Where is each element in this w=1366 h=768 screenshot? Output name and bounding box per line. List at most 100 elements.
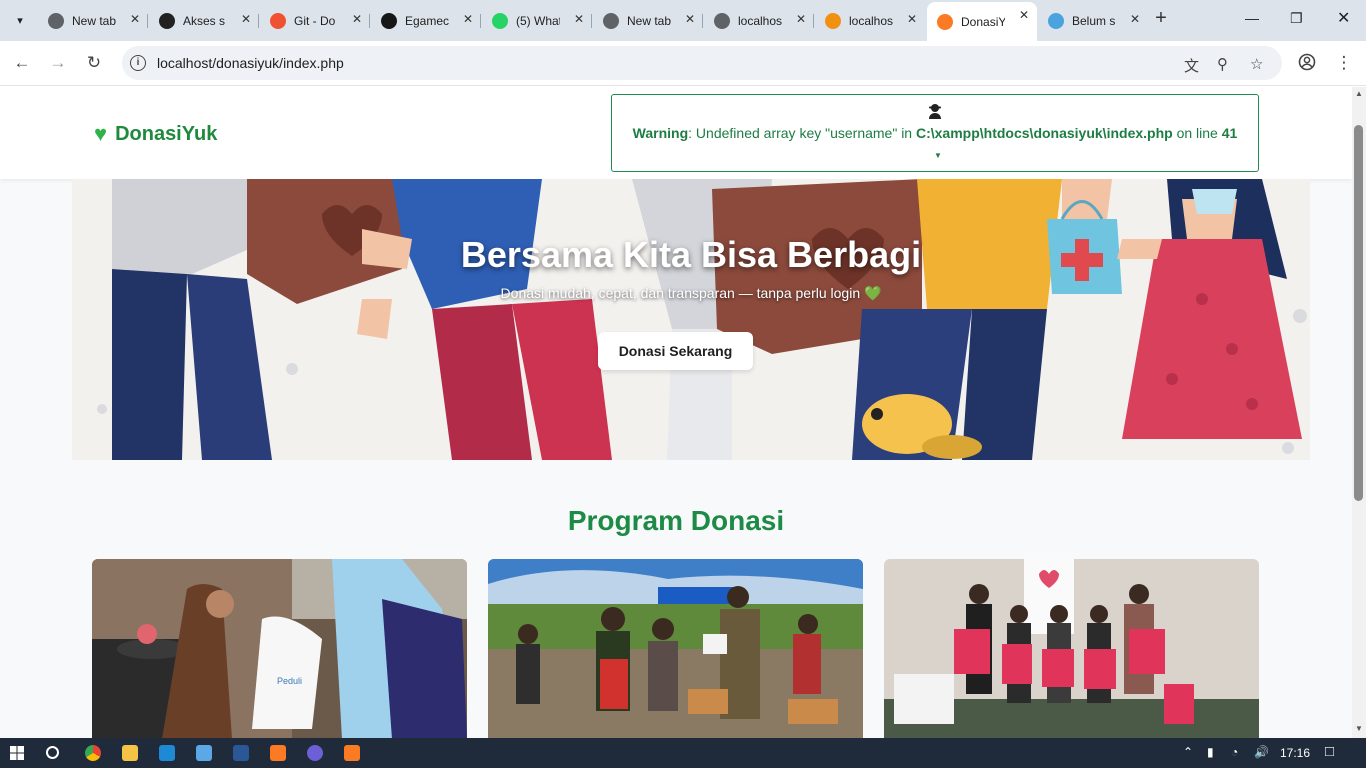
tab-title: (5) What	[516, 14, 560, 28]
tab-close-icon[interactable]: ✕	[685, 12, 695, 26]
vscode-icon[interactable]	[159, 745, 175, 761]
zoom-icon[interactable]: ⚲	[1217, 55, 1228, 73]
tab-separator	[258, 14, 259, 28]
tab-close-icon[interactable]: ✕	[574, 12, 584, 26]
caret-down-icon[interactable]: ▼	[934, 151, 942, 160]
tab-close-icon[interactable]: ✕	[130, 12, 140, 26]
police-distributing-aid-in-village-photo	[488, 559, 863, 738]
bookmark-star-icon[interactable]: ☆	[1250, 55, 1263, 73]
page-scrollbar[interactable]: ▲ ▼	[1352, 87, 1366, 738]
translate-icon[interactable]: 文	[1184, 55, 1199, 76]
green-heart-icon: ♥	[94, 121, 108, 146]
warning-on-line: on line	[1172, 125, 1222, 141]
windows-taskbar: ⌃ ▮ ◔ 🔊 17:16 □	[0, 738, 1366, 768]
whatsapp-icon	[492, 13, 508, 29]
app-icon[interactable]	[307, 745, 323, 761]
warning-label: Warning	[632, 125, 689, 141]
tray-chevron-icon[interactable]: ⌃	[1183, 745, 1193, 759]
scroll-down-arrow-icon[interactable]: ▼	[1355, 724, 1363, 733]
tab-close-icon[interactable]: ✕	[241, 12, 251, 26]
wifi-icon[interactable]: ◔	[1231, 745, 1238, 759]
site-brand[interactable]: ♥ DonasiYuk	[94, 121, 217, 147]
chrome-taskbar-icon[interactable]	[85, 745, 101, 761]
donate-now-button[interactable]: Donasi Sekarang	[598, 332, 753, 370]
browser-menu-icon[interactable]: ⋮	[1334, 53, 1354, 73]
reload-button[interactable]: ↻	[84, 53, 104, 73]
tab-close-icon[interactable]: ✕	[907, 12, 917, 26]
tab-separator	[147, 14, 148, 28]
openai-icon	[159, 13, 175, 29]
battery-icon[interactable]: ▮	[1207, 745, 1214, 759]
tab-title: localhos	[738, 14, 782, 28]
tab-title: Akses s	[183, 14, 226, 28]
restore-button[interactable]: ❐	[1290, 10, 1303, 27]
user-icon	[929, 104, 941, 119]
github-icon	[381, 13, 397, 29]
program-section-title: Program Donasi	[567, 505, 785, 536]
browser-toolbar: ← → ↻ i localhost/donasiyuk/index.php 文 …	[0, 41, 1366, 86]
browser-tab[interactable]: localhos ✕	[704, 6, 814, 36]
program-card-village[interactable]	[488, 559, 863, 738]
page-viewport: ♥ DonasiYuk Warning: Undefined array key…	[0, 87, 1352, 738]
tab-separator	[702, 14, 703, 28]
tab-title: Git - Do	[294, 14, 336, 28]
new-tab-button[interactable]: +	[1150, 8, 1172, 30]
keyboard-app-icon[interactable]	[196, 745, 212, 761]
search-icon[interactable]	[46, 746, 59, 759]
browser-tab[interactable]: New tab ✕	[38, 6, 148, 36]
browser-tab[interactable]: (5) What ✕	[482, 6, 592, 36]
tab-separator	[480, 14, 481, 28]
browser-tab[interactable]: localhos ✕	[815, 6, 925, 36]
program-card-elderly[interactable]: Peduli	[92, 559, 467, 738]
tab-separator	[591, 14, 592, 28]
forward-button[interactable]: →	[48, 53, 68, 73]
browser-tab[interactable]: Belum s ✕	[1038, 6, 1148, 36]
warning-text: : Undefined array key "username" in	[688, 125, 916, 141]
browser-tab[interactable]: Akses s ✕	[149, 6, 259, 36]
url-text[interactable]: localhost/donasiyuk/index.php	[157, 55, 344, 71]
elderly-woman-receiving-donation-photo: Peduli	[92, 559, 467, 738]
tab-active[interactable]: DonasiYu ✕	[927, 2, 1037, 41]
tab-close-icon[interactable]: ✕	[1019, 8, 1029, 22]
scrollbar-thumb[interactable]	[1354, 125, 1363, 501]
minimize-button[interactable]: —	[1245, 10, 1259, 26]
browser-tab[interactable]: Git - Do ✕	[260, 6, 370, 36]
tab-title: New tab	[627, 14, 671, 28]
back-button[interactable]: ←	[12, 53, 32, 73]
tab-close-icon[interactable]: ✕	[352, 12, 362, 26]
tab-strip: ▾ New tab ✕ Akses s ✕ Git - Do ✕ Egamec ✕ (5) Wh…	[0, 0, 1366, 41]
volume-icon[interactable]: 🔊	[1254, 745, 1269, 759]
green-heart-icon: 💚	[864, 285, 882, 301]
hero-subtitle-text: Donasi mudah, cepat, dan transparan — ta…	[500, 285, 861, 301]
tab-title: Egamec	[405, 14, 449, 28]
taskbar-clock[interactable]: 17:16	[1280, 746, 1310, 760]
tab-search-button[interactable]: ▾	[8, 8, 32, 32]
tab-title: Belum s	[1072, 14, 1116, 28]
word-icon[interactable]	[233, 745, 249, 761]
xampp-icon	[937, 13, 953, 30]
site-navbar: ♥ DonasiYuk Warning: Undefined array key…	[0, 87, 1352, 179]
tab-title: DonasiYu	[961, 14, 1005, 29]
close-window-button[interactable]: ✕	[1337, 8, 1350, 28]
tab-title: localhos	[849, 14, 893, 28]
browser-tab[interactable]: Egamec ✕	[371, 6, 481, 36]
xampp-icon[interactable]	[270, 745, 286, 761]
tab-close-icon[interactable]: ✕	[796, 12, 806, 26]
notification-icon[interactable]: □	[1325, 743, 1334, 760]
windows-start-icon[interactable]	[10, 746, 24, 760]
tab-close-icon[interactable]: ✕	[463, 12, 473, 26]
hero-banner: Bersama Kita Bisa Berbagi Donasi mudah, …	[72, 179, 1310, 460]
tab-separator	[813, 14, 814, 28]
tab-close-icon[interactable]: ✕	[1130, 12, 1140, 26]
program-card-children[interactable]	[884, 559, 1259, 738]
file-explorer-icon[interactable]	[122, 745, 138, 761]
php-warning-box: Warning: Undefined array key "username" …	[611, 94, 1259, 172]
xampp-control-icon[interactable]	[344, 745, 360, 761]
site-info-icon[interactable]: i	[130, 55, 146, 71]
phpmyadmin-icon	[825, 13, 841, 29]
profile-icon[interactable]	[1297, 53, 1317, 73]
scroll-up-arrow-icon[interactable]: ▲	[1355, 89, 1363, 98]
browser-tab[interactable]: New tab ✕	[593, 6, 703, 36]
hero-subtitle: Donasi mudah, cepat, dan transparan — ta…	[72, 285, 1310, 302]
address-bar[interactable]: i localhost/donasiyuk/index.php 文 ⚲ ☆	[122, 46, 1282, 80]
